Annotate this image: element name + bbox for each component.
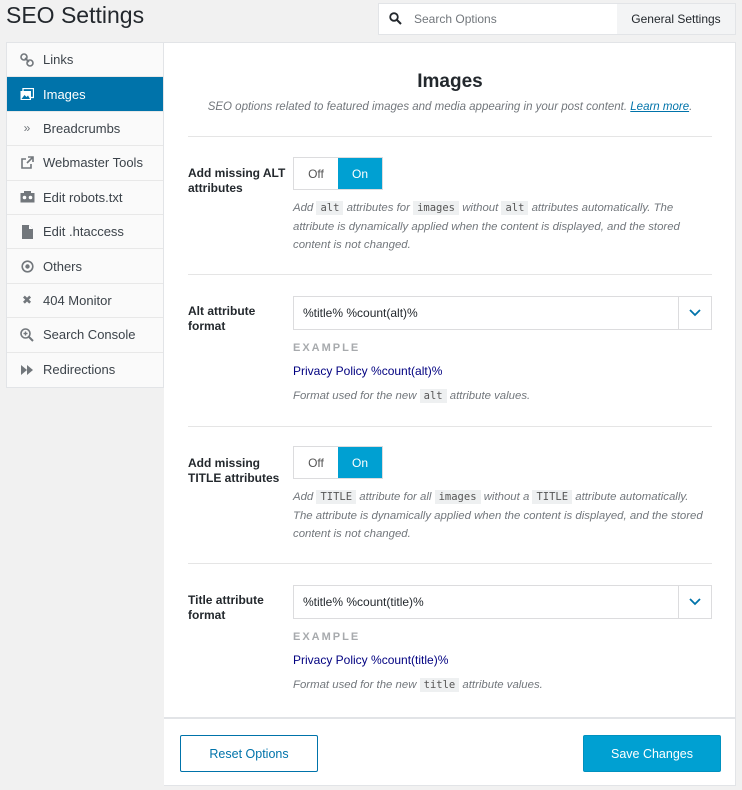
reset-options-button[interactable]: Reset Options	[180, 735, 318, 772]
code-alt: alt	[501, 201, 529, 215]
alt-format-help: Format used for the new alt attribute va…	[293, 389, 531, 403]
sidebar-item-404-monitor[interactable]: ✖ 404 Monitor	[7, 283, 163, 319]
fast-forward-icon	[19, 362, 35, 378]
settings-panel: Images SEO options related to featured i…	[164, 42, 736, 718]
sidebar-item-label: Images	[43, 86, 86, 102]
code-alt: alt	[419, 389, 447, 403]
file-icon	[19, 224, 35, 240]
sidebar-item-label: Edit robots.txt	[43, 189, 123, 205]
search-input[interactable]	[412, 11, 602, 27]
code-title: title	[419, 678, 460, 692]
search-icon	[389, 12, 403, 26]
sidebar-item-redirections[interactable]: Redirections	[7, 352, 163, 387]
circle-dot-icon	[19, 258, 35, 274]
chevrons-right-icon: »	[23, 121, 31, 136]
sidebar-item-others[interactable]: Others	[7, 249, 163, 284]
sidebar-item-webmaster-tools[interactable]: Webmaster Tools	[7, 146, 163, 181]
code-alt: alt	[316, 201, 344, 215]
title-missing-off[interactable]: Off	[294, 447, 338, 478]
sidebar-item-label: Search Console	[43, 327, 136, 343]
divider	[188, 426, 712, 427]
save-changes-button[interactable]: Save Changes	[583, 735, 721, 772]
title-format-label: Title attribute format	[188, 593, 264, 622]
alt-example-label: EXAMPLE	[293, 342, 361, 354]
sidebar-item-breadcrumbs[interactable]: » Breadcrumbs	[7, 111, 163, 147]
footer-bar: Reset Options Save Changes	[164, 718, 736, 786]
zoom-plus-icon	[19, 327, 35, 343]
search-box[interactable]	[378, 3, 618, 35]
code-title: TITLE	[532, 490, 573, 504]
title-example-value: Privacy Policy %count(title)%	[293, 653, 449, 667]
section-title: Images	[417, 71, 483, 92]
alt-missing-label: Add missing ALT attributes	[188, 166, 286, 195]
external-link-icon	[19, 155, 35, 171]
code-images: images	[413, 201, 460, 215]
sidebar-item-label: Breadcrumbs	[43, 120, 121, 136]
title-missing-on[interactable]: On	[338, 447, 382, 478]
close-icon: ✖	[21, 293, 33, 308]
title-format-select[interactable]: %title% %count(title)%	[293, 585, 712, 619]
sidebar-item-label: Webmaster Tools	[43, 155, 143, 171]
sidebar-item-label: Others	[43, 258, 83, 274]
robot-icon	[19, 189, 35, 205]
section-description: SEO options related to featured images a…	[164, 101, 736, 113]
section-description-text: SEO options related to featured images a…	[207, 101, 628, 113]
divider	[188, 136, 712, 137]
code-images: images	[434, 490, 481, 504]
alt-format-select[interactable]: %title% %count(alt)%	[293, 296, 712, 330]
general-settings-button[interactable]: General Settings	[617, 3, 736, 35]
sidebar-item-edit-robots[interactable]: Edit robots.txt	[7, 180, 163, 215]
sidebar-item-images[interactable]: Images	[7, 77, 163, 112]
link-icon	[19, 52, 35, 68]
alt-example-value: Privacy Policy %count(alt)%	[293, 364, 443, 378]
title-format-help: Format used for the new title attribute …	[293, 678, 543, 692]
alt-missing-toggle[interactable]: Off On	[293, 157, 383, 190]
title-missing-help: Add TITLE attribute for all images witho…	[293, 490, 703, 540]
title-missing-toggle[interactable]: Off On	[293, 446, 383, 479]
divider	[188, 274, 712, 275]
sidebar-item-label: Edit .htaccess	[43, 224, 124, 240]
chevron-down-icon[interactable]	[678, 297, 711, 329]
alt-format-value: %title% %count(alt)%	[303, 306, 418, 320]
page-title: SEO Settings	[6, 2, 145, 28]
title-example-label: EXAMPLE	[293, 631, 361, 643]
description-period: .	[689, 101, 693, 113]
divider	[188, 563, 712, 564]
sidebar-nav: Links Images » Breadcrumbs Webmaster Too…	[6, 42, 164, 388]
alt-missing-help: Add alt attributes for images without al…	[293, 201, 680, 251]
sidebar-item-label: 404 Monitor	[43, 292, 112, 308]
sidebar-item-label: Links	[43, 52, 74, 68]
title-missing-label: Add missing TITLE attributes	[188, 456, 280, 485]
chevron-down-icon[interactable]	[678, 586, 711, 618]
learn-more-link[interactable]: Learn more	[630, 101, 689, 113]
sidebar-item-search-console[interactable]: Search Console	[7, 318, 163, 353]
sidebar-item-links[interactable]: Links	[7, 43, 163, 78]
alt-format-label: Alt attribute format	[188, 304, 256, 333]
alt-missing-off[interactable]: Off	[294, 158, 338, 189]
sidebar-item-edit-htaccess[interactable]: Edit .htaccess	[7, 214, 163, 250]
title-format-value: %title% %count(title)%	[303, 595, 424, 609]
alt-missing-on[interactable]: On	[338, 158, 382, 189]
sidebar-item-label: Redirections	[43, 362, 116, 378]
images-icon	[19, 86, 35, 102]
code-title: TITLE	[316, 490, 357, 504]
